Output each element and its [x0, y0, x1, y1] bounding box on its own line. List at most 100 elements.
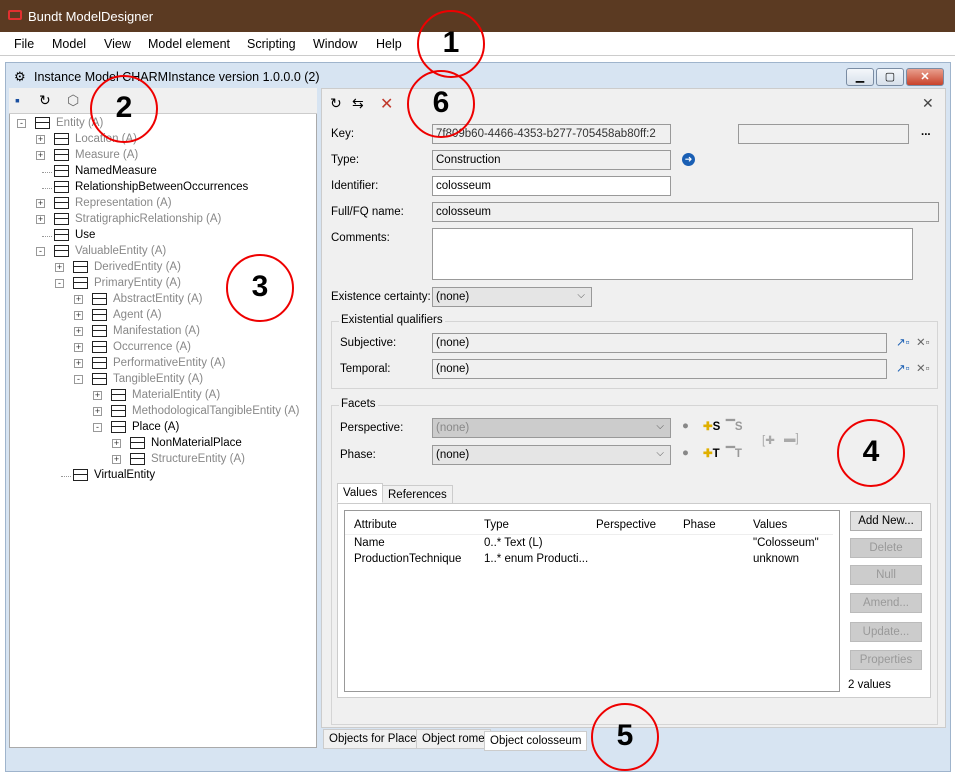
- menu-model[interactable]: Model: [52, 37, 86, 51]
- navigate-arrow-icon[interactable]: ➜: [682, 153, 695, 166]
- update-button[interactable]: Update...: [850, 622, 922, 642]
- menu-scripting[interactable]: Scripting: [247, 37, 296, 51]
- expand-icon[interactable]: +: [36, 151, 45, 160]
- expand-icon[interactable]: +: [112, 439, 121, 448]
- add-new-button[interactable]: Add New...: [850, 511, 922, 531]
- phase-label: Phase:: [340, 449, 376, 461]
- certainty-value: (none): [436, 291, 470, 303]
- tree-node-label: AbstractEntity (A): [113, 293, 203, 305]
- table-header: Attribute Type Perspective Phase Values: [345, 511, 833, 535]
- expand-icon[interactable]: +: [74, 295, 83, 304]
- tree-connector: [42, 236, 52, 237]
- delete-button[interactable]: Delete: [850, 538, 922, 558]
- navigate-arrow-icon[interactable]: ●: [682, 447, 689, 459]
- add-perspective-icon[interactable]: ✚S: [703, 419, 720, 433]
- certainty-label: Existence certainty:: [331, 291, 431, 303]
- tab-references[interactable]: References: [382, 485, 453, 505]
- menu-model-element[interactable]: Model element: [148, 37, 230, 51]
- fullname-label: Full/FQ name:: [331, 206, 404, 218]
- maximize-button[interactable]: ▢: [876, 68, 904, 86]
- comments-textarea[interactable]: [432, 228, 913, 280]
- expand-icon[interactable]: +: [36, 135, 45, 144]
- tree-node-label: StructureEntity (A): [151, 453, 245, 465]
- annotation-1: 1: [417, 10, 485, 78]
- phase-value: (none): [436, 449, 470, 461]
- add-qualifier-icon[interactable]: ↗▫: [896, 361, 910, 375]
- refresh-icon[interactable]: ↻: [39, 92, 51, 109]
- navigate-arrow-icon[interactable]: ●: [682, 420, 689, 432]
- amend-button[interactable]: Amend...: [850, 593, 922, 613]
- phase-select[interactable]: (none) ⌵: [432, 445, 671, 465]
- close-panel-icon[interactable]: ✕: [922, 95, 934, 112]
- menu-help[interactable]: Help: [376, 37, 402, 51]
- class-node-icon: [35, 117, 50, 129]
- collapse-icon[interactable]: -: [36, 247, 45, 256]
- key-extra-field[interactable]: [738, 124, 909, 144]
- collapse-icon[interactable]: -: [17, 119, 26, 128]
- add-qualifier-icon[interactable]: ↗▫: [896, 335, 910, 349]
- remove-facet-icon[interactable]: ▬]: [784, 433, 799, 445]
- expand-icon[interactable]: +: [36, 199, 45, 208]
- class-node-icon: [54, 181, 69, 193]
- remove-perspective-icon[interactable]: ▔S: [726, 419, 743, 433]
- table-cell: 0..* Text (L): [484, 537, 543, 549]
- null-button[interactable]: Null: [850, 565, 922, 585]
- class-node-icon: [111, 389, 126, 401]
- app-logo-icon: [8, 10, 22, 20]
- subjective-field: (none): [432, 333, 887, 353]
- menu-window[interactable]: Window: [313, 37, 357, 51]
- close-window-button[interactable]: ✕: [906, 68, 944, 86]
- add-phase-icon[interactable]: ✚T: [703, 446, 720, 460]
- tab-object-rome[interactable]: Object rome: [416, 729, 491, 749]
- expand-icon[interactable]: +: [93, 391, 102, 400]
- remove-phase-icon[interactable]: ▔T: [726, 446, 742, 460]
- table-row[interactable]: Name 0..* Text (L) "Colosseum": [345, 537, 833, 553]
- collapse-icon[interactable]: -: [55, 279, 64, 288]
- tree-node-label: Occurrence (A): [113, 341, 191, 353]
- remove-qualifier-icon[interactable]: ✕▫: [916, 361, 930, 375]
- minimize-button[interactable]: ▁: [846, 68, 874, 86]
- collapse-icon[interactable]: -: [93, 423, 102, 432]
- expand-icon[interactable]: +: [36, 215, 45, 224]
- expand-icon[interactable]: +: [74, 311, 83, 320]
- expand-icon[interactable]: +: [74, 359, 83, 368]
- cube-icon[interactable]: ⬡: [67, 92, 79, 109]
- tab-values[interactable]: Values: [337, 483, 384, 503]
- column-header-perspective[interactable]: Perspective: [596, 519, 656, 531]
- annotation-3: 3: [226, 254, 294, 322]
- class-node-icon: [92, 325, 107, 337]
- table-row[interactable]: ProductionTechnique 1..* enum Producti...…: [345, 553, 833, 569]
- delete-icon[interactable]: ✕: [380, 94, 393, 114]
- menu-view[interactable]: View: [104, 37, 131, 51]
- column-header-values[interactable]: Values: [753, 519, 787, 531]
- expand-icon[interactable]: +: [112, 455, 121, 464]
- perspective-label: Perspective:: [340, 422, 404, 434]
- column-header-attribute[interactable]: Attribute: [354, 519, 397, 531]
- tab-objects-for-place[interactable]: Objects for Place: [323, 729, 423, 749]
- column-header-phase[interactable]: Phase: [683, 519, 716, 531]
- table-cell: 1..* enum Producti...: [484, 553, 589, 565]
- identifier-input[interactable]: colosseum: [432, 176, 671, 196]
- key-field[interactable]: 7f809b60-4466-4353-b277-705458ab80ff:2: [432, 124, 671, 144]
- save-icon[interactable]: ▪: [15, 92, 20, 108]
- tab-object-colosseum[interactable]: Object colosseum: [484, 731, 588, 751]
- certainty-select[interactable]: (none) ⌵: [432, 287, 592, 307]
- expand-icon[interactable]: +: [93, 407, 102, 416]
- add-facet-icon[interactable]: [✚: [762, 433, 775, 447]
- refresh-icon[interactable]: ↻: [330, 95, 342, 112]
- expand-icon[interactable]: +: [74, 327, 83, 336]
- menu-file[interactable]: File: [14, 37, 34, 51]
- remove-qualifier-icon[interactable]: ✕▫: [916, 335, 930, 349]
- class-node-icon: [54, 229, 69, 241]
- tree-connector: [61, 476, 71, 477]
- expand-icon[interactable]: +: [55, 263, 64, 272]
- chevron-down-icon: ⌵: [656, 421, 664, 432]
- more-button[interactable]: ...: [921, 126, 931, 138]
- swap-icon[interactable]: ⇆: [352, 95, 364, 112]
- properties-button[interactable]: Properties: [850, 650, 922, 670]
- column-header-type[interactable]: Type: [484, 519, 509, 531]
- tree-node-label: DerivedEntity (A): [94, 261, 181, 273]
- class-node-icon: [54, 197, 69, 209]
- expand-icon[interactable]: +: [74, 343, 83, 352]
- collapse-icon[interactable]: -: [74, 375, 83, 384]
